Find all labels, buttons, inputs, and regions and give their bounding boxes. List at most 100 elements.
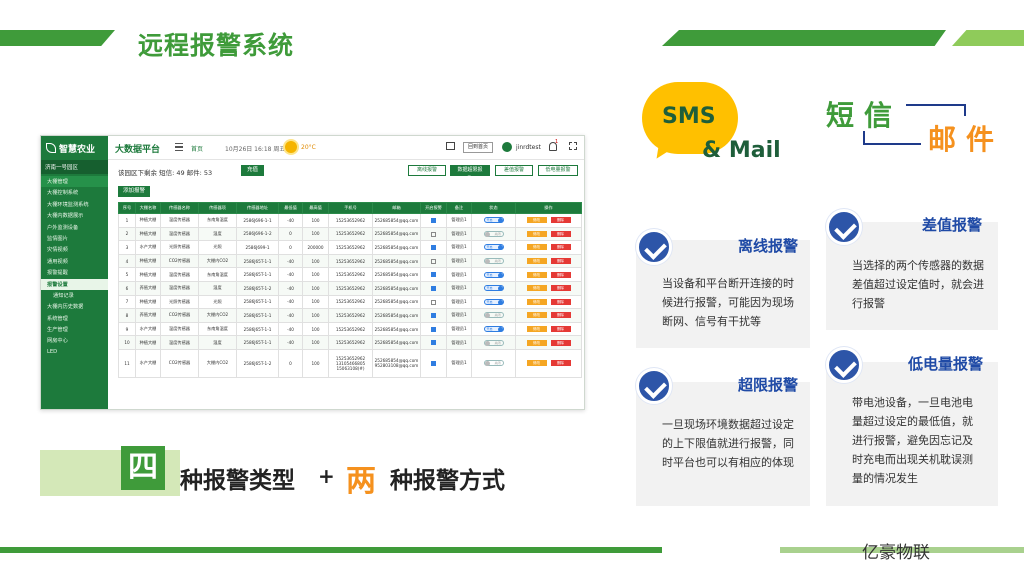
- table-header-cell: 邮箱: [372, 202, 421, 214]
- filter-diff[interactable]: 差值报警: [495, 165, 533, 176]
- edit-button[interactable]: 修改: [526, 258, 547, 265]
- sidebar-item[interactable]: 灾情视频: [41, 244, 108, 255]
- status-cell: 关闭: [471, 226, 516, 242]
- alarm-enable-checkbox[interactable]: [431, 361, 436, 367]
- table-cell: 光照: [198, 294, 237, 310]
- alarm-enable-checkbox[interactable]: [431, 286, 436, 292]
- status-toggle[interactable]: 开启: [483, 285, 504, 292]
- sidebar-item[interactable]: 报警设置: [41, 278, 108, 290]
- operations-cell: 修改 删除: [515, 213, 582, 228]
- table-cell: 2586J65T-1-1: [236, 321, 279, 337]
- sidebar-item[interactable]: 大棚管理: [41, 176, 108, 188]
- table-cell: 管理员1: [446, 335, 472, 350]
- table-cell: 水产大棚: [135, 348, 161, 378]
- user-name[interactable]: jinrdtest: [516, 144, 541, 151]
- delete-button[interactable]: 删除: [550, 339, 571, 346]
- edit-button[interactable]: 修改: [526, 244, 547, 251]
- edit-button[interactable]: 修改: [526, 298, 547, 305]
- add-alarm-button[interactable]: 添加报警: [118, 186, 151, 197]
- recharge-button[interactable]: 充值: [241, 165, 265, 176]
- table-header-cell: 手机号: [328, 202, 373, 214]
- delete-button[interactable]: 删除: [550, 217, 571, 224]
- sidebar-item[interactable]: 监情图片: [41, 233, 108, 244]
- operations-cell: 修改 删除: [515, 226, 582, 242]
- edit-button[interactable]: 修改: [526, 360, 547, 367]
- table-row: 2 种植大棚 温度传感器 湿度 2586J696-1-2 0 100 15253652962 2…: [118, 226, 582, 242]
- status-toggle[interactable]: 关闭: [483, 230, 504, 237]
- table-cell: 100: [302, 335, 329, 350]
- status-toggle[interactable]: 关闭: [483, 258, 504, 265]
- table-cell: 2586J696-1-2: [236, 226, 279, 242]
- sidebar-item[interactable]: 网房中心: [41, 335, 108, 346]
- delete-button[interactable]: 删除: [550, 244, 571, 251]
- table-cell: 水产大棚: [135, 240, 161, 255]
- edit-button[interactable]: 修改: [526, 339, 547, 346]
- filter-over-limit[interactable]: 数据超限报警: [450, 165, 490, 182]
- status-toggle[interactable]: 开启: [483, 217, 504, 224]
- sidebar-item[interactable]: 大棚内数据展示: [41, 210, 108, 221]
- status-toggle[interactable]: 关闭: [483, 312, 504, 319]
- alarm-enable-checkbox[interactable]: [431, 218, 436, 224]
- alarm-enable-checkbox[interactable]: [431, 313, 436, 319]
- sidebar-item[interactable]: 系统管理: [41, 313, 108, 324]
- sidebar-item[interactable]: 大棚内历史数据: [41, 301, 108, 312]
- filter-battery[interactable]: 低电量报警: [538, 165, 578, 176]
- table-cell: 种植大棚: [135, 226, 161, 242]
- filter-offline[interactable]: 离线报警: [408, 165, 446, 176]
- sidebar-item[interactable]: 报警提醒: [41, 267, 108, 278]
- region-selector[interactable]: 济南一号园区: [41, 160, 108, 174]
- sidebar-item[interactable]: 通用视频: [41, 256, 108, 267]
- sidebar-item[interactable]: 大棚环境监测系统: [41, 199, 108, 210]
- table-cell: 15253652962: [328, 226, 373, 242]
- alarm-enable-checkbox[interactable]: [431, 245, 436, 251]
- return-home-button[interactable]: 回到首页: [463, 142, 494, 153]
- table-cell: 2586J699-1: [236, 240, 279, 255]
- status-toggle[interactable]: 开启: [483, 271, 504, 278]
- alarm-enable-checkbox[interactable]: [431, 299, 436, 305]
- status-toggle[interactable]: 关闭: [483, 339, 504, 346]
- edit-button[interactable]: 修改: [526, 285, 547, 292]
- home-link[interactable]: 首页: [191, 144, 203, 153]
- table-header-cell: 大棚名称: [135, 202, 161, 214]
- alarm-enable-cell: [420, 253, 447, 269]
- delete-button[interactable]: 删除: [550, 298, 571, 305]
- summary-two-text: 种报警方式: [390, 468, 505, 494]
- delete-button[interactable]: 删除: [550, 360, 571, 367]
- edit-button[interactable]: 修改: [526, 230, 547, 237]
- status-toggle[interactable]: 开启: [483, 298, 504, 305]
- delete-button[interactable]: 删除: [550, 326, 571, 333]
- delete-button[interactable]: 删除: [550, 271, 571, 278]
- alarm-enable-cell: [420, 308, 447, 323]
- menu-icon[interactable]: [175, 143, 183, 151]
- avatar[interactable]: [502, 142, 512, 152]
- alarm-enable-checkbox[interactable]: [431, 258, 436, 264]
- delete-button[interactable]: 删除: [550, 258, 571, 265]
- sidebar-item[interactable]: 生产管理: [41, 324, 108, 335]
- edit-button[interactable]: 修改: [526, 312, 547, 319]
- sidebar-item[interactable]: LED: [41, 347, 108, 358]
- sidebar-item[interactable]: 大棚控制系统: [41, 187, 108, 198]
- alarm-enable-checkbox[interactable]: [431, 326, 436, 332]
- alarm-enable-cell: [420, 267, 447, 282]
- delete-button[interactable]: 删除: [550, 312, 571, 319]
- alarm-enable-checkbox[interactable]: [431, 340, 436, 346]
- alarm-enable-checkbox[interactable]: [431, 272, 436, 278]
- alarm-enable-checkbox[interactable]: [431, 231, 436, 237]
- edit-button[interactable]: 修改: [526, 271, 547, 278]
- delete-button[interactable]: 删除: [550, 230, 571, 237]
- sidebar-item[interactable]: 通知记录: [41, 290, 108, 301]
- status-toggle[interactable]: 开启: [483, 244, 504, 251]
- notification-count: 1: [555, 139, 559, 145]
- delete-button[interactable]: 删除: [550, 285, 571, 292]
- status-toggle[interactable]: 关闭: [483, 360, 504, 367]
- monitor-icon[interactable]: [446, 142, 455, 150]
- table-row: 3 水产大棚 光照传感器 光照 2586J699-1 0 200000 15253652962…: [118, 240, 582, 255]
- edit-button[interactable]: 修改: [526, 217, 547, 224]
- table-cell: 252685854@qq.com: [372, 294, 421, 310]
- table-cell: 管理员1: [446, 280, 472, 296]
- fullscreen-icon[interactable]: [569, 142, 577, 150]
- sidebar-item[interactable]: 户外监测设备: [41, 222, 108, 233]
- leaf-icon: [46, 143, 56, 153]
- edit-button[interactable]: 修改: [526, 326, 547, 333]
- status-toggle[interactable]: 开启: [483, 326, 504, 333]
